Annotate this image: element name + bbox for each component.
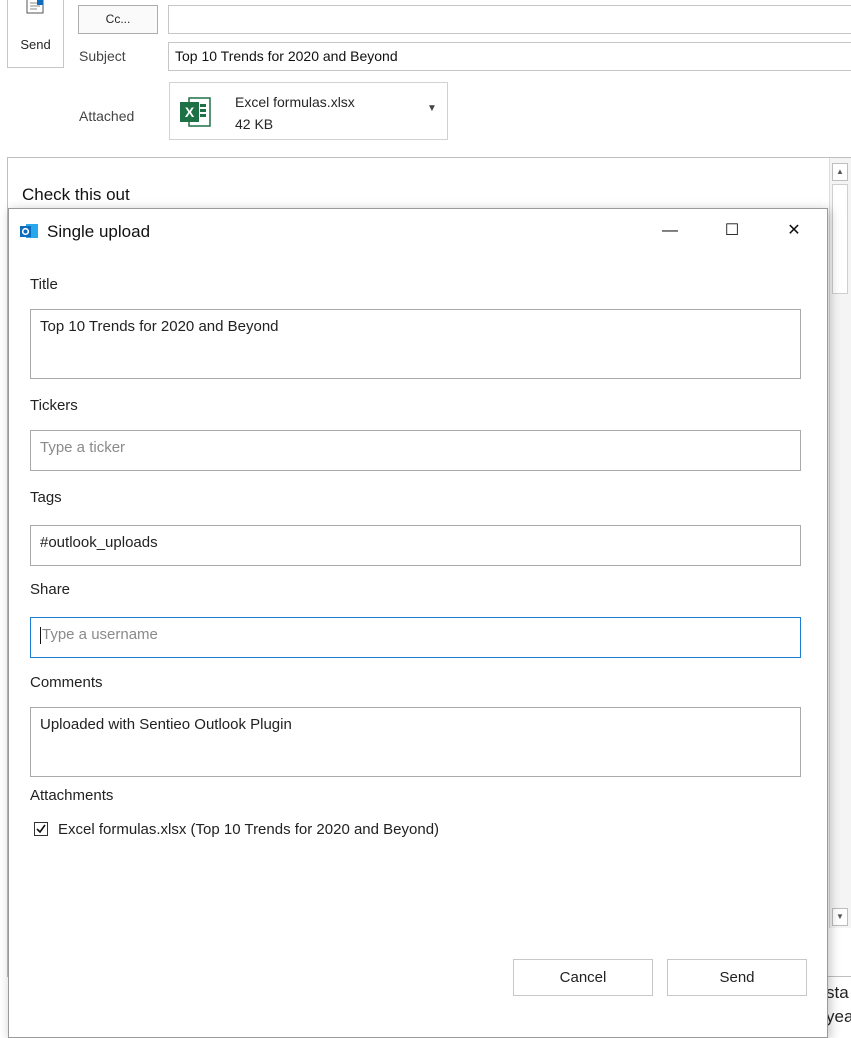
tags-label: Tags (30, 489, 62, 506)
single-upload-dialog: Single upload — ☐ ✕ Title Top 10 Trends … (8, 208, 828, 1038)
comments-input[interactable]: Uploaded with Sentieo Outlook Plugin (30, 707, 801, 777)
dialog-title: Single upload (47, 222, 151, 241)
maximize-icon[interactable]: ☐ (701, 209, 763, 253)
attachments-label: Attachments (30, 787, 114, 804)
cc-button[interactable]: Cc... (78, 5, 158, 34)
text-caret (40, 626, 41, 644)
excel-file-icon: X (180, 97, 211, 127)
attachment-chip[interactable]: X Excel formulas.xlsx 42 KB ▼ (169, 82, 448, 140)
scroll-down-icon[interactable]: ▼ (832, 908, 848, 926)
scrollbar-thumb[interactable] (832, 184, 848, 294)
outlook-icon (20, 224, 38, 238)
attachment-checkbox-label: Excel formulas.xlsx (Top 10 Trends for 2… (58, 821, 440, 838)
subject-label: Subject (79, 48, 126, 64)
scroll-up-icon[interactable]: ▲ (832, 163, 848, 181)
chevron-down-icon[interactable]: ▼ (427, 103, 437, 114)
cancel-button[interactable]: Cancel (513, 959, 653, 996)
tags-input[interactable]: #outlook_uploads (30, 525, 801, 566)
send-button-label: Send (20, 37, 51, 52)
tickers-input[interactable]: Type a ticker (30, 430, 801, 471)
background-text-fragment: sta (826, 983, 849, 1002)
send-envelope-icon (26, 0, 44, 14)
share-input-placeholder: Type a username (42, 626, 158, 643)
attachment-file-name: Excel formulas.xlsx (235, 94, 355, 110)
close-icon[interactable]: ✕ (763, 209, 825, 253)
message-body-text: Check this out (22, 185, 130, 204)
comments-label: Comments (30, 674, 103, 691)
dialog-send-button[interactable]: Send (667, 959, 807, 996)
title-input[interactable]: Top 10 Trends for 2020 and Beyond (30, 309, 801, 379)
attached-label: Attached (79, 108, 135, 124)
message-scrollbar[interactable]: ▲ ▼ (829, 158, 851, 928)
tickers-label: Tickers (30, 397, 78, 414)
share-label: Share (30, 581, 71, 598)
checkmark-icon (36, 824, 46, 834)
cc-input[interactable] (168, 5, 851, 34)
title-label: Title (30, 276, 58, 293)
subject-input[interactable]: Top 10 Trends for 2020 and Beyond (168, 42, 851, 71)
minimize-icon[interactable]: — (639, 209, 701, 253)
dialog-titlebar[interactable]: Single upload — ☐ ✕ (9, 209, 827, 253)
share-input[interactable]: Type a username (30, 617, 801, 658)
send-button[interactable]: Send (7, 0, 64, 68)
background-text-fragment: yea (826, 1007, 851, 1026)
svg-text:X: X (185, 104, 195, 120)
attachment-file-size: 42 KB (235, 116, 274, 132)
attachment-checkbox[interactable] (34, 822, 48, 836)
